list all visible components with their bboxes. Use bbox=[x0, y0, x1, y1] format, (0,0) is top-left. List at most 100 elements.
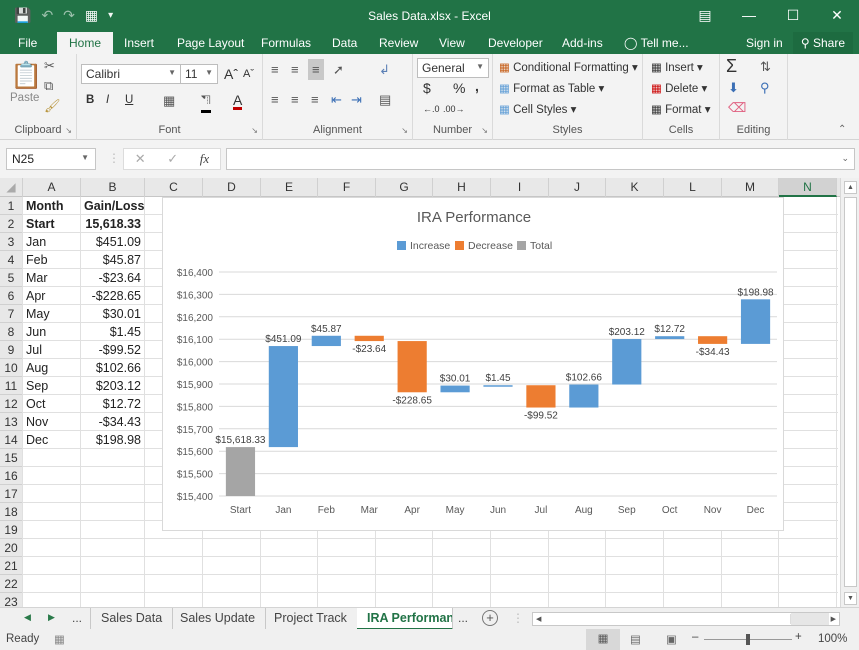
column-header-b[interactable]: B bbox=[81, 178, 145, 197]
normal-view-icon[interactable]: ▦ bbox=[586, 629, 620, 650]
vertical-scrollbar[interactable]: ▲ ▼ bbox=[840, 178, 859, 608]
cell[interactable]: Month bbox=[23, 197, 80, 215]
tab-data[interactable]: Data bbox=[332, 36, 357, 50]
zoom-in-button[interactable]: + bbox=[795, 631, 802, 643]
increase-indent-icon[interactable]: ⇥ bbox=[351, 92, 362, 108]
dialog-launcher-icon[interactable]: ↘ bbox=[65, 126, 72, 135]
tab-home[interactable]: Home bbox=[57, 32, 114, 54]
row-header[interactable]: 22 bbox=[0, 575, 23, 593]
cell[interactable]: -$99.52 bbox=[81, 341, 144, 359]
zoom-slider-thumb[interactable] bbox=[746, 634, 750, 645]
prev-sheet-icon[interactable]: ◀ bbox=[24, 612, 31, 623]
row-header[interactable]: 12 bbox=[0, 395, 23, 413]
font-size-select[interactable]: 11 ▼ bbox=[180, 64, 218, 84]
increase-font-icon[interactable]: Aˆ bbox=[224, 66, 238, 82]
sheet-tab-sales-update[interactable]: Sales Update bbox=[170, 608, 267, 630]
row-header[interactable]: 19 bbox=[0, 521, 23, 539]
row-header[interactable]: 2 bbox=[0, 215, 23, 233]
enter-icon[interactable]: ✓ bbox=[167, 151, 178, 167]
tab-splitter-handle[interactable]: ⋮ bbox=[512, 611, 524, 625]
select-all-button[interactable]: ◢ bbox=[0, 178, 23, 197]
column-header-f[interactable]: F bbox=[318, 178, 376, 197]
collapse-ribbon-icon[interactable]: ⌃ bbox=[838, 124, 846, 135]
clear-icon[interactable]: ⌫ bbox=[728, 100, 746, 116]
sort-filter-icon[interactable]: ⇅ bbox=[760, 59, 771, 75]
cell[interactable]: May bbox=[23, 305, 80, 323]
cell[interactable]: Feb bbox=[23, 251, 80, 269]
tab-formulas[interactable]: Formulas bbox=[261, 36, 311, 50]
cell[interactable]: Dec bbox=[23, 431, 80, 449]
tab-add-ins[interactable]: Add-ins bbox=[562, 36, 603, 50]
decrease-decimal-icon[interactable]: .00→ bbox=[443, 104, 465, 114]
cell[interactable]: -$34.43 bbox=[81, 413, 144, 431]
page-break-view-icon[interactable]: ▣ bbox=[666, 632, 677, 646]
wrap-text-icon[interactable]: ↲ bbox=[379, 62, 390, 78]
row-header[interactable]: 9 bbox=[0, 341, 23, 359]
number-format-select[interactable]: General ▼ bbox=[417, 58, 489, 78]
column-header-m[interactable]: M bbox=[722, 178, 779, 197]
font-color-button[interactable]: A bbox=[233, 93, 243, 110]
column-header-j[interactable]: J bbox=[549, 178, 606, 197]
percent-button[interactable]: % bbox=[453, 80, 465, 96]
scroll-left-icon[interactable]: ◀ bbox=[536, 613, 541, 626]
row-header[interactable]: 7 bbox=[0, 305, 23, 323]
row-header[interactable]: 1 bbox=[0, 197, 23, 215]
minimize-icon[interactable]: — bbox=[727, 0, 771, 30]
more-sheets-left[interactable]: ... bbox=[72, 611, 82, 625]
dialog-launcher-icon[interactable]: ↘ bbox=[251, 126, 258, 135]
cell[interactable]: Nov bbox=[23, 413, 80, 431]
align-center-icon[interactable]: ≡ bbox=[291, 92, 299, 107]
more-sheets-right[interactable]: ... bbox=[458, 611, 468, 625]
maximize-icon[interactable]: ☐ bbox=[771, 0, 815, 30]
tab-review[interactable]: Review bbox=[379, 36, 418, 50]
sheet-tab-project-track[interactable]: Project Track bbox=[264, 608, 358, 630]
tab-page-layout[interactable]: Page Layout bbox=[177, 36, 244, 50]
tell-me-box[interactable]: ◯ Tell me... bbox=[624, 36, 689, 50]
zoom-level[interactable]: 100% bbox=[818, 633, 847, 645]
column-header-d[interactable]: D bbox=[203, 178, 261, 197]
column-header-a[interactable]: A bbox=[23, 178, 81, 197]
copy-icon[interactable]: ⧉ bbox=[44, 78, 53, 94]
vertical-scroll-thumb[interactable] bbox=[844, 197, 857, 587]
horizontal-scroll-thumb[interactable] bbox=[545, 614, 791, 624]
sheet-tab-sales-data[interactable]: Sales Data bbox=[90, 608, 174, 630]
cancel-icon[interactable]: ✕ bbox=[135, 151, 146, 167]
waterfall-chart[interactable]: IRA Performance Increase Decrease Total $15,… bbox=[162, 197, 784, 531]
row-header[interactable]: 14 bbox=[0, 431, 23, 449]
decrease-font-icon[interactable]: Aˇ bbox=[243, 68, 254, 80]
decrease-indent-icon[interactable]: ⇤ bbox=[331, 92, 342, 108]
cell[interactable]: $102.66 bbox=[81, 359, 144, 377]
row-header[interactable]: 10 bbox=[0, 359, 23, 377]
column-header-l[interactable]: L bbox=[664, 178, 722, 197]
align-bottom-icon[interactable]: ≡ bbox=[308, 59, 324, 80]
macro-record-icon[interactable]: ▦ bbox=[54, 632, 65, 646]
row-header[interactable]: 3 bbox=[0, 233, 23, 251]
orientation-icon[interactable]: ➚ bbox=[333, 62, 344, 78]
cell[interactable]: Oct bbox=[23, 395, 80, 413]
fill-icon[interactable]: ⬇ bbox=[728, 80, 739, 96]
page-layout-view-icon[interactable]: ▤ bbox=[630, 632, 641, 646]
format-cells-button[interactable]: ▦ Format ▾ bbox=[651, 102, 710, 116]
cell[interactable]: $1.45 bbox=[81, 323, 144, 341]
row-header[interactable]: 6 bbox=[0, 287, 23, 305]
cell[interactable]: Gain/Loss bbox=[81, 197, 144, 215]
cell[interactable]: $45.87 bbox=[81, 251, 144, 269]
cell[interactable]: $451.09 bbox=[81, 233, 144, 251]
row-header[interactable]: 11 bbox=[0, 377, 23, 395]
align-top-icon[interactable]: ≡ bbox=[271, 62, 279, 77]
cell[interactable]: -$228.65 bbox=[81, 287, 144, 305]
align-right-icon[interactable]: ≡ bbox=[311, 92, 319, 107]
paste-icon[interactable]: 📋 bbox=[10, 60, 42, 91]
zoom-out-button[interactable]: – bbox=[692, 631, 698, 643]
column-header-h[interactable]: H bbox=[433, 178, 491, 197]
tab-file[interactable]: File bbox=[18, 36, 37, 50]
cut-icon[interactable]: ✂ bbox=[44, 58, 55, 74]
row-header[interactable]: 13 bbox=[0, 413, 23, 431]
new-sheet-button[interactable]: + bbox=[482, 610, 498, 626]
cell[interactable]: Mar bbox=[23, 269, 80, 287]
font-name-select[interactable]: Calibri ▼ bbox=[81, 64, 181, 84]
sheet-tab-ira-performance[interactable]: IRA Performanc bbox=[357, 608, 453, 630]
row-header[interactable]: 5 bbox=[0, 269, 23, 287]
share-button[interactable]: ⚲ Share bbox=[792, 32, 853, 54]
increase-decimal-icon[interactable]: ←.0 bbox=[423, 104, 440, 114]
